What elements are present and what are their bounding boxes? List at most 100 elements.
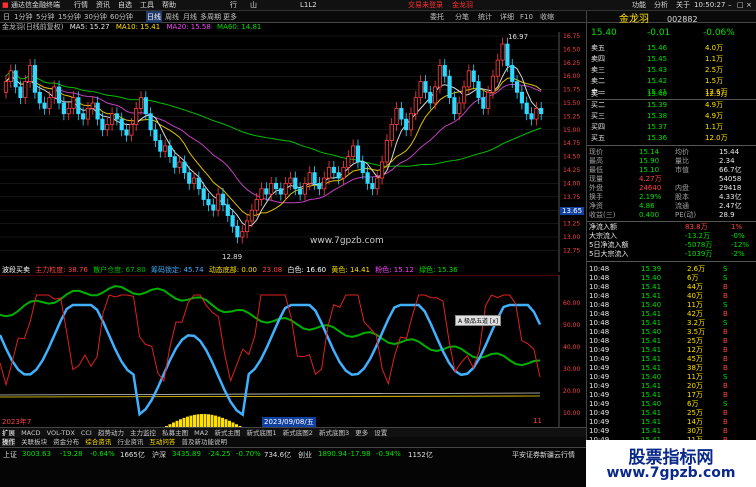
indicator-title[interactable]: 波段买卖	[2, 266, 30, 274]
tool-collapse[interactable]: 收缩	[540, 11, 554, 23]
tick-price: 15.41	[641, 391, 662, 399]
menu-item-news[interactable]: 资讯	[96, 0, 110, 11]
indicator-tooltip[interactable]: A 极品五道 [x]	[455, 315, 502, 326]
flow-label: 5日大宗流入	[589, 250, 629, 258]
candle-body	[428, 91, 433, 104]
candle-body	[278, 188, 283, 195]
candle-body	[61, 102, 66, 115]
tab-main-monitor[interactable]: 主力监控	[130, 429, 156, 437]
indicator-tick-label: 60.00	[563, 300, 580, 307]
indicator-chart[interactable]: 60.00 50.00 40.00 30.00 20.00 10.00	[0, 275, 586, 435]
sh-index-change: -19.28	[60, 450, 83, 458]
tab-vol[interactable]: VOL-TDX	[47, 429, 75, 437]
tick-volume: 38万	[687, 364, 703, 372]
candle-body	[201, 188, 206, 200]
candle-body	[442, 65, 447, 77]
tick-volume: 3.5万	[687, 328, 706, 336]
tool-f10[interactable]: F10	[520, 11, 533, 23]
candle-body	[148, 113, 153, 131]
candle-body	[76, 97, 81, 115]
period-15min[interactable]: 15分钟	[58, 11, 81, 23]
candle-body	[114, 113, 119, 120]
tab-ext[interactable]: 扩展	[2, 429, 15, 437]
menu-item-watchlist[interactable]: 自选	[118, 0, 132, 11]
tick-direction: B	[723, 328, 728, 336]
minimize-icon[interactable]: –	[728, 0, 732, 11]
tool-stats[interactable]: 统计	[478, 11, 492, 23]
info-tab-qa[interactable]: 互动问答	[149, 438, 175, 446]
stat-label: PE(动)	[675, 211, 697, 219]
tick-time: 10:48	[589, 283, 610, 291]
menu-item-l1l2[interactable]: L1L2	[300, 0, 317, 11]
period-1min[interactable]: 1分钟	[14, 11, 32, 23]
info-tab-feature[interactable]: 普及新功能说明	[181, 438, 227, 446]
login-status[interactable]: 交易未登录	[408, 0, 443, 11]
cy-index-name[interactable]: 创业	[298, 450, 312, 460]
chart-area[interactable]: 金龙羽(日线前复权) MA5: 15.27 MA10: 15.41 MA20: …	[0, 23, 586, 447]
tab-new-sub2[interactable]: 新式底图2	[283, 429, 313, 437]
menu-right-analysis[interactable]: 分析	[654, 0, 668, 11]
period-monthly[interactable]: 月线	[183, 11, 197, 23]
candle-body	[124, 129, 129, 136]
menu-right-about[interactable]: 关于	[676, 0, 690, 11]
tick-row: 10:48 15.40 11万 S	[587, 301, 756, 310]
candle-body	[105, 124, 110, 131]
stat-row: 外盘 24640 内盘 29418	[587, 184, 756, 193]
close-icon[interactable]: ×	[746, 0, 752, 11]
info-tab-op[interactable]: 操作	[2, 438, 15, 446]
candle-body	[32, 65, 38, 93]
tab-cci[interactable]: CCI	[81, 429, 92, 437]
info-tab-sector[interactable]: 关联板块	[21, 438, 47, 446]
broker-label: 平安证券新疆云行情	[512, 451, 575, 459]
candlestick-chart[interactable]: 16.75 16.50 16.25 16.00 15.75 15.50 15.25 15.00…	[0, 32, 586, 272]
period-5min[interactable]: 5分钟	[36, 11, 54, 23]
period-30min[interactable]: 30分钟	[84, 11, 107, 23]
tick-volume: 3.2万	[687, 319, 706, 327]
menu-item-hang[interactable]: 行	[230, 0, 237, 11]
menu-item-help[interactable]: 帮助	[162, 0, 176, 11]
tick-price: 15.41	[641, 292, 662, 300]
period-more[interactable]: 更多	[223, 11, 237, 23]
info-tab-industry[interactable]: 行业资讯	[117, 438, 143, 446]
ind-item-2: 筹码锁定: 45.74	[150, 266, 204, 274]
period-multi[interactable]: 多周期	[200, 11, 221, 23]
tab-macd[interactable]: MACD	[21, 429, 40, 437]
tab-new-sub3[interactable]: 新式底图3	[319, 429, 349, 437]
tab-new-sub1[interactable]: 新式底图1	[247, 429, 277, 437]
flow-pct: -2%	[731, 250, 745, 258]
tab-private[interactable]: 私募主图	[162, 429, 188, 437]
ask-label: 卖二	[591, 77, 605, 85]
sh-index-pct: -0.64%	[90, 450, 115, 458]
candle-body	[47, 97, 52, 109]
candle-body	[230, 215, 235, 227]
indicator-tick-label: 10.00	[563, 410, 580, 417]
sz-index-name[interactable]: 沪深	[152, 450, 166, 460]
tick-time: 10:48	[589, 292, 610, 300]
period-60min[interactable]: 60分钟	[110, 11, 133, 23]
period-day-short[interactable]: 日	[3, 11, 10, 23]
tab-trend[interactable]: 趋势动力	[98, 429, 124, 437]
period-weekly[interactable]: 周线	[165, 11, 179, 23]
tab-settings[interactable]: 设置	[374, 429, 387, 437]
ma10-line	[5, 75, 542, 217]
tab-new-main[interactable]: 新式主图	[214, 429, 240, 437]
tick-row: 10:48 15.40 6万 S	[587, 274, 756, 283]
menu-item-tools[interactable]: 工具	[140, 0, 154, 11]
menu-right-func[interactable]: 功能	[632, 0, 646, 11]
tool-tick[interactable]: 分笔	[455, 11, 469, 23]
flow-row: 5日净流入额 -5078万 -12%	[587, 241, 756, 250]
tool-detail[interactable]: 详细	[500, 11, 514, 23]
info-tab-capital[interactable]: 资金分布	[53, 438, 79, 446]
candle-body	[259, 188, 264, 200]
info-tab-news[interactable]: 综合资讯	[85, 438, 111, 446]
tab-more[interactable]: 更多	[355, 429, 368, 437]
sh-index-name[interactable]: 上证	[3, 450, 17, 460]
maximize-icon[interactable]: □	[737, 0, 744, 11]
tick-price: 15.41	[641, 355, 662, 363]
menu-item-shan[interactable]: 山	[250, 0, 257, 11]
menu-item-quote[interactable]: 行情	[74, 0, 88, 11]
period-daily[interactable]: 日线	[146, 11, 162, 23]
price-tick-label: 12.75	[563, 247, 580, 254]
tab-ma2[interactable]: MA2	[194, 429, 208, 437]
tool-order[interactable]: 委托	[430, 11, 444, 23]
